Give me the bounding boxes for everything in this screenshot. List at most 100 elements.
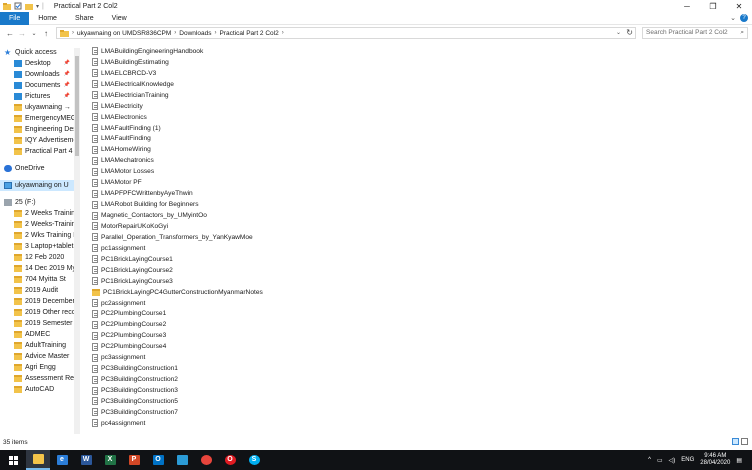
file-item[interactable]: PC2PlumbingCourse2	[92, 319, 492, 330]
nav-item[interactable]: Agri Engg	[0, 362, 80, 373]
minimize-button[interactable]: ─	[674, 0, 700, 12]
search-input[interactable]: Search Practical Part 2 Col2	[646, 28, 728, 38]
nav-item[interactable]: Pictures 📌	[0, 91, 80, 102]
file-item[interactable]: LMAHomeWiring	[92, 144, 492, 155]
new-folder-icon[interactable]	[25, 2, 33, 10]
forward-arrow-icon[interactable]: →	[16, 29, 28, 38]
file-item[interactable]: MotorRepairUKoKoGyi	[92, 221, 492, 232]
file-item[interactable]: PC1BrickLayingCourse3	[92, 276, 492, 287]
breadcrumb-host[interactable]: ukyawnaing on UMDSR836CPM	[77, 30, 171, 37]
file-item[interactable]: LMAPFPFCWrittenbyAyeThwin	[92, 188, 492, 199]
refresh-icon[interactable]: ↻	[626, 28, 633, 37]
file-item[interactable]: LMARobot Building for Beginners	[92, 199, 492, 210]
file-item[interactable]: LMAElectronics	[92, 112, 492, 123]
clock[interactable]: 9:46 AM 28/04/2020	[700, 453, 730, 467]
customize-toolbar-icon[interactable]: ▾	[36, 3, 39, 10]
breadcrumb-chevron-icon[interactable]: ›	[174, 30, 176, 36]
navigation-scrollbar[interactable]	[74, 48, 80, 434]
nav-item[interactable]: Documents 📌	[0, 80, 80, 91]
properties-icon[interactable]	[14, 2, 22, 10]
taskbar-app-button[interactable]: O	[146, 450, 170, 470]
nav-item[interactable]: ukyawnaing on U	[0, 180, 80, 191]
nav-item[interactable]: 2019 Other reco	[0, 307, 80, 318]
file-item[interactable]: Parallel_Operation_Transformers_by_YanKy…	[92, 232, 492, 243]
volume-icon[interactable]: ◁)	[669, 457, 676, 464]
nav-item[interactable]: 2019 Audit	[0, 285, 80, 296]
expand-ribbon-icon[interactable]: ⌄	[730, 14, 736, 22]
file-item[interactable]: PC2PlumbingCourse4	[92, 341, 492, 352]
language-indicator[interactable]: ENG	[681, 457, 694, 463]
file-item[interactable]: LMAFaultFinding	[92, 134, 492, 145]
address-dropdown-icon[interactable]: ⌄	[616, 29, 621, 36]
file-item[interactable]: pc2assignment	[92, 298, 492, 309]
nav-item[interactable]: Downloads 📌	[0, 69, 80, 80]
taskbar-app-button[interactable]: e	[50, 450, 74, 470]
file-item[interactable]: LMAMotor Losses	[92, 166, 492, 177]
file-item[interactable]: PC1BrickLayingPC4GutterConstructionMyanm…	[92, 287, 492, 298]
file-item[interactable]: pc1assignment	[92, 243, 492, 254]
nav-item[interactable]: Desktop 📌	[0, 58, 80, 69]
file-item[interactable]: LMAElectricalKnowledge	[92, 79, 492, 90]
breadcrumb-chevron-icon[interactable]: ›	[282, 30, 284, 36]
file-item[interactable]: pc4assignment	[92, 418, 492, 429]
nav-item[interactable]: Assessment Reso	[0, 373, 80, 384]
breadcrumb-downloads[interactable]: Downloads	[179, 30, 211, 37]
file-item[interactable]: LMAELCBRCD-V3	[92, 68, 492, 79]
file-item[interactable]: LMABuildingEstimating	[92, 57, 492, 68]
nav-item[interactable]: 2019 December	[0, 296, 80, 307]
nav-item[interactable]: OneDrive	[0, 163, 80, 174]
nav-item[interactable]: 12 Feb 2020	[0, 252, 80, 263]
file-item[interactable]: PC2PlumbingCourse1	[92, 309, 492, 320]
file-item[interactable]: LMAElectricianTraining	[92, 90, 492, 101]
file-item[interactable]: PC3BuildingConstruction7	[92, 407, 492, 418]
file-item[interactable]: PC3BuildingConstruction5	[92, 396, 492, 407]
large-icons-view-icon[interactable]	[741, 438, 748, 445]
file-item[interactable]: PC2PlumbingCourse3	[92, 330, 492, 341]
taskbar-app-button[interactable]	[194, 450, 218, 470]
tab-home[interactable]: Home	[29, 12, 66, 25]
file-item[interactable]: LMAMotor PF	[92, 177, 492, 188]
file-item[interactable]: LMABuildingEngineeringHandbook	[92, 46, 492, 57]
recent-locations-icon[interactable]: ⌄	[28, 30, 40, 37]
up-arrow-icon[interactable]: ↑	[40, 29, 52, 38]
nav-item[interactable]: Engineering Des	[0, 124, 80, 135]
show-hidden-icons-icon[interactable]: ^	[648, 457, 651, 463]
breadcrumb-chevron-icon[interactable]: ›	[72, 30, 74, 36]
close-button[interactable]: ✕	[726, 0, 752, 12]
nav-item[interactable]: EmergencyMEG	[0, 113, 80, 124]
file-item[interactable]: LMAMechatronics	[92, 155, 492, 166]
network-icon[interactable]: ▭	[657, 457, 663, 464]
maximize-button[interactable]: ❐	[700, 0, 726, 12]
nav-item[interactable]: AdultTraining	[0, 340, 80, 351]
file-item[interactable]: PC1BrickLayingCourse1	[92, 254, 492, 265]
tab-share[interactable]: Share	[66, 12, 103, 25]
search-box[interactable]: Search Practical Part 2 Col2 ⌕	[642, 27, 748, 39]
file-item[interactable]: pc3assignment	[92, 352, 492, 363]
notifications-icon[interactable]: ▤	[736, 457, 742, 464]
nav-item[interactable]: ★ Quick access	[0, 47, 80, 58]
nav-item[interactable]: Advice Master	[0, 351, 80, 362]
nav-item[interactable]: 14 Dec 2019 My	[0, 263, 80, 274]
tab-file[interactable]: File	[0, 11, 30, 25]
breadcrumb-current[interactable]: Practical Part 2 Col2	[219, 30, 278, 37]
file-item[interactable]: PC3BuildingConstruction1	[92, 363, 492, 374]
file-item[interactable]: PC3BuildingConstruction2	[92, 374, 492, 385]
file-item[interactable]: PC3BuildingConstruction3	[92, 385, 492, 396]
taskbar-app-button[interactable]	[170, 450, 194, 470]
taskbar-app-button[interactable]: O	[218, 450, 242, 470]
nav-item[interactable]: 25 (F:)	[0, 197, 80, 208]
file-item[interactable]: Magnetic_Contactors_by_UMyintOo	[92, 210, 492, 221]
file-item[interactable]: LMAFaultFinding (1)	[92, 123, 492, 134]
tab-view[interactable]: View	[103, 12, 136, 25]
taskbar-app-button[interactable]: X	[98, 450, 122, 470]
details-view-icon[interactable]	[732, 438, 739, 445]
nav-item[interactable]: IQY Advertiseme	[0, 135, 80, 146]
nav-item[interactable]: 2019 Semester 2	[0, 318, 80, 329]
nav-item[interactable]: 2 Wks Training D	[0, 230, 80, 241]
nav-item[interactable]: ukyawnaing →	[0, 102, 80, 113]
address-bar[interactable]: › ukyawnaing on UMDSR836CPM › Downloads …	[56, 27, 636, 39]
taskbar-app-button[interactable]: P	[122, 450, 146, 470]
taskbar-app-button[interactable]	[26, 450, 50, 470]
scrollbar-thumb[interactable]	[75, 56, 79, 156]
nav-item[interactable]: AutoCAD	[0, 384, 80, 395]
